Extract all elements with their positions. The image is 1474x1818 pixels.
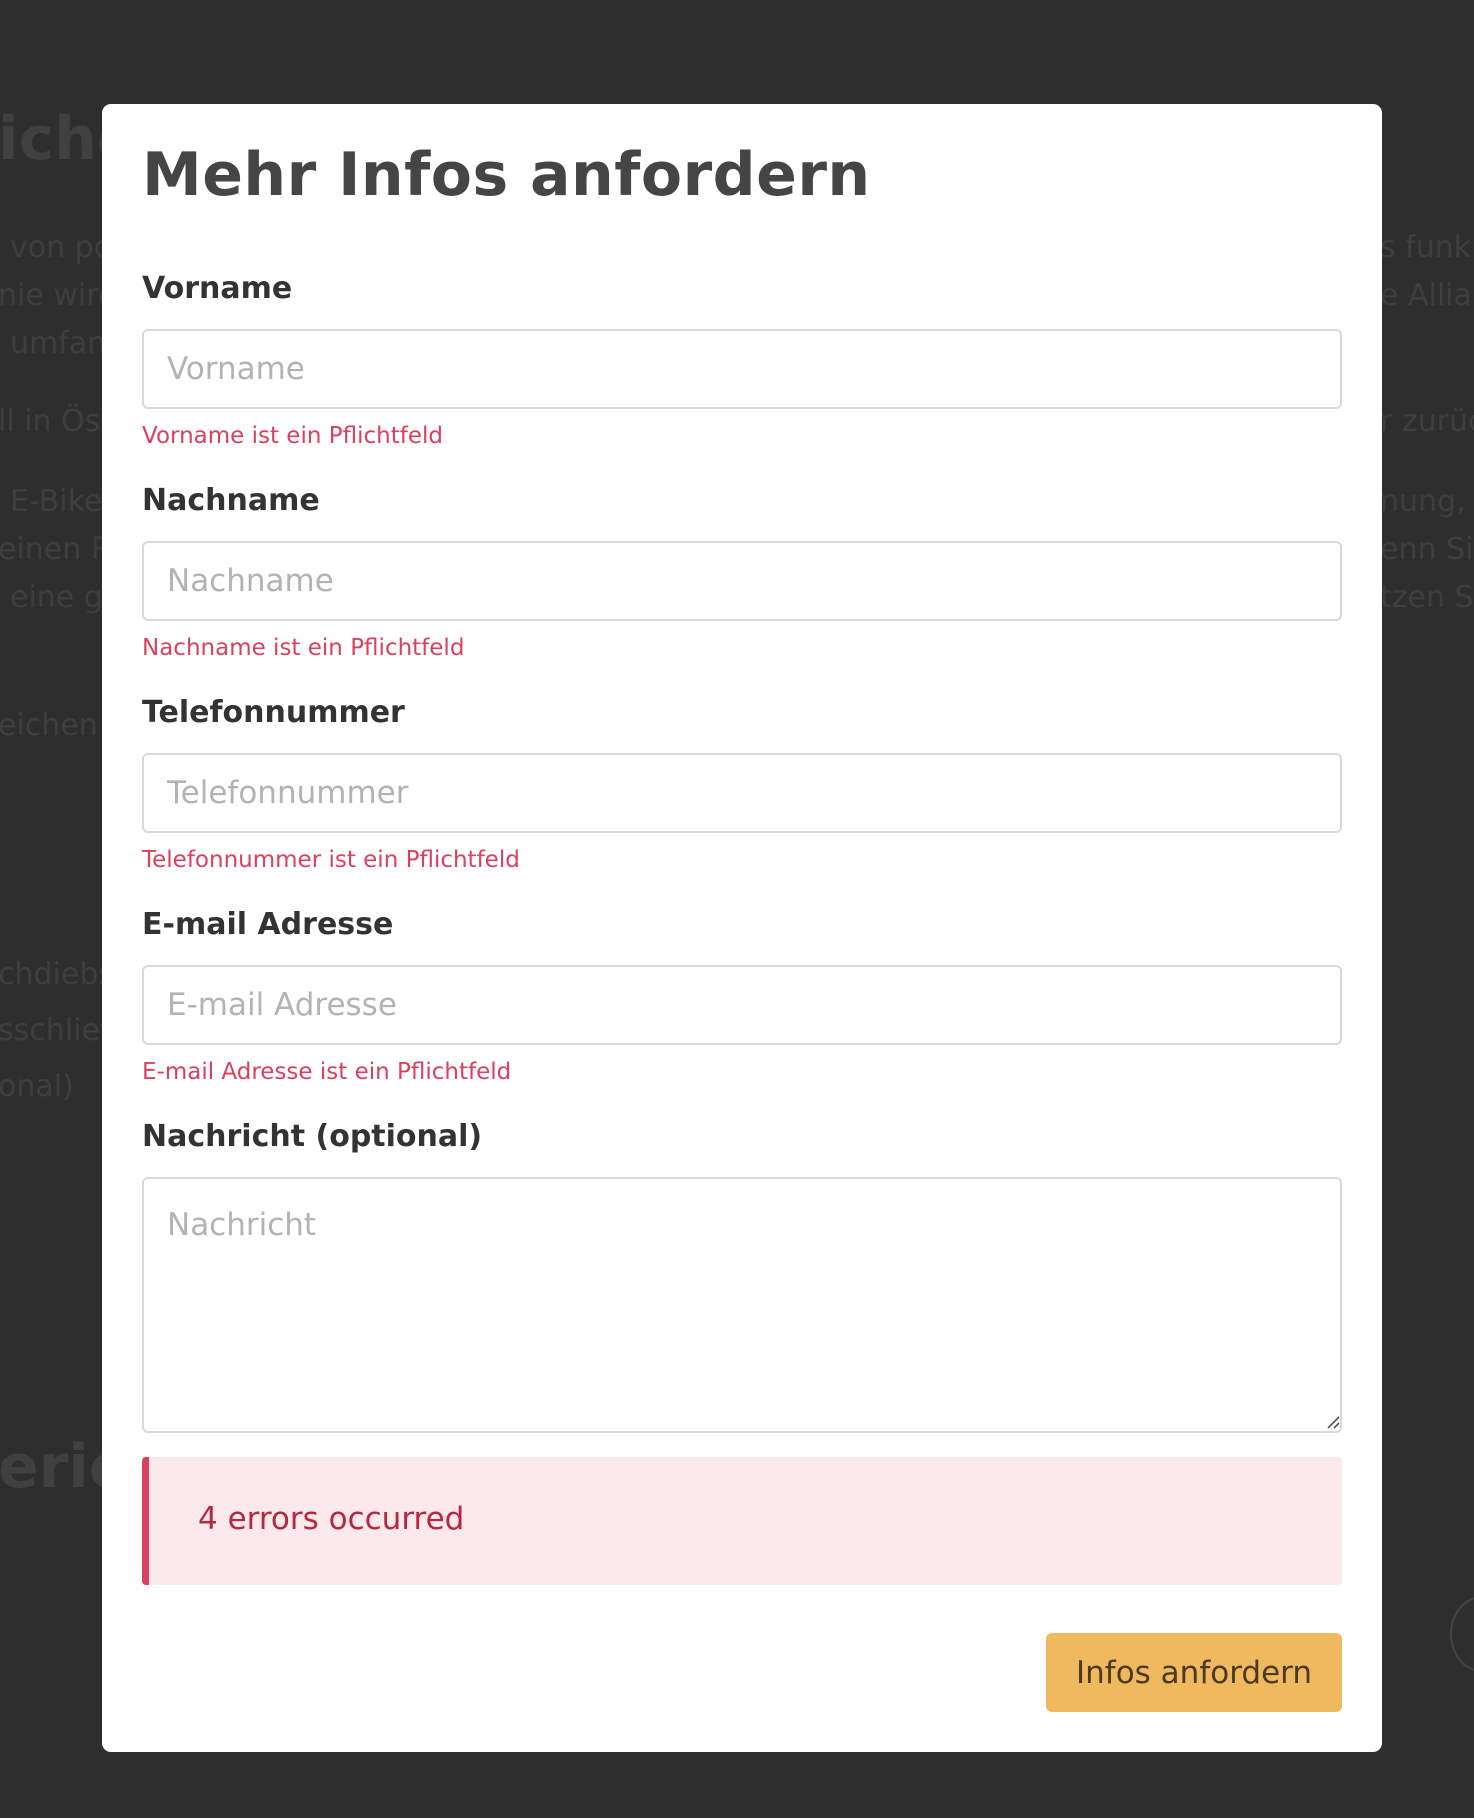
background-text: sschlief (0, 1013, 111, 1048)
background-text: enn Si (1380, 532, 1474, 567)
background-text: onal) (0, 1069, 74, 1104)
background-text: chdiebs (0, 957, 115, 992)
background-text: r zurüc (1380, 404, 1474, 439)
error-alert: 4 errors occurred (142, 1457, 1342, 1585)
background-text: E-Bike (10, 484, 103, 519)
submit-button[interactable]: Infos anfordern (1046, 1633, 1342, 1712)
background-text: umfan (10, 326, 107, 361)
error-alert-text: 4 errors occurred (198, 1501, 465, 1537)
nachname-input[interactable] (142, 541, 1342, 621)
resize-handle-icon[interactable] (1326, 1415, 1340, 1429)
nachname-error: Nachname ist ein Pflichtfeld (142, 635, 465, 661)
background-text: nung, e (1380, 484, 1474, 519)
background-text: e Allian (1380, 278, 1474, 313)
background-text: einen R (0, 532, 112, 567)
nachricht-label: Nachricht (optional) (142, 1119, 483, 1154)
telefon-input[interactable] (142, 753, 1342, 833)
vorname-label: Vorname (142, 271, 293, 306)
email-input[interactable] (142, 965, 1342, 1045)
background-text: tzen S (1380, 580, 1474, 615)
request-info-modal: Mehr Infos anfordern Vorname Vorname ist… (102, 104, 1382, 1752)
email-error: E-mail Adresse ist ein Pflichtfeld (142, 1059, 512, 1085)
background-text: nie wird (0, 278, 118, 313)
vorname-error: Vorname ist ein Pflichtfeld (142, 423, 443, 449)
background-text: ll in Ös (0, 404, 101, 439)
telefon-label: Telefonnummer (142, 695, 405, 730)
vorname-input[interactable] (142, 329, 1342, 409)
chat-bubble-icon (1450, 1596, 1474, 1672)
nachricht-textarea[interactable] (142, 1177, 1342, 1433)
background-text: von po (10, 230, 113, 265)
telefon-error: Telefonnummer ist ein Pflichtfeld (142, 847, 520, 873)
background-text: s funk (1380, 230, 1472, 265)
modal-title: Mehr Infos anfordern (142, 140, 871, 210)
email-label: E-mail Adresse (142, 907, 394, 942)
nachname-label: Nachname (142, 483, 320, 518)
